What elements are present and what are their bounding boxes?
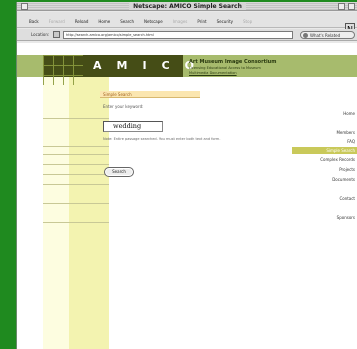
toolbar-back-button[interactable]: Back [29,19,39,24]
page-proxy-icon[interactable] [53,31,60,38]
toolbar-stop-button[interactable]: Stop [243,19,252,24]
logo-grid-pattern [43,55,83,85]
sidebar-divider [43,154,109,155]
sidebar-item-home[interactable]: Home [292,110,357,117]
page-content: AMICO Art Museum Image Consortium Licens… [17,43,357,349]
sidebar-divider [43,118,109,119]
toolbar-search-button[interactable]: Search [120,19,134,24]
toolbar-forward-button[interactable]: Forward [49,19,65,24]
title-bar[interactable]: Netscape: AMICO Simple Search [17,2,357,11]
search-note: Note: Entire passage searched. You must … [103,137,221,141]
zoom-box[interactable] [338,3,345,10]
search-prompt: Enter your keyword: [103,104,144,109]
sidebar-divider [43,146,109,147]
whats-related-button[interactable]: What's Related [300,31,355,39]
toolbar-images-button[interactable]: Images [173,19,188,24]
sidebar-divider [43,164,109,165]
banner-subtitle: Licensing Educational Access to Museum [189,66,261,70]
sidebar-divider [43,222,109,223]
location-label: Location: [31,32,50,37]
sidebar-item-sponsors[interactable]: Sponsors [292,214,357,221]
toolbar-security-button[interactable]: Security [217,19,233,24]
toolbar-home-button[interactable]: Home [98,19,110,24]
logo-letter: I [142,59,148,72]
banner-subtitle-link[interactable]: Multimedia Documentation [189,71,237,75]
amico-logo[interactable]: AMICO [93,55,195,77]
logo-letter: A [93,59,103,72]
window-title: Netscape: AMICO Simple Search [129,3,246,10]
sidebar-item-complex-records[interactable]: Complex Records [292,156,357,163]
sidebar-item-documents[interactable]: Documents [292,176,357,183]
sidebar-divider [43,203,109,204]
sidebar-divider [43,184,109,185]
search-input[interactable]: wedding [103,121,163,132]
toolbar-reload-button[interactable]: Reload [75,19,89,24]
toolbar-buttons: Back Forward Reload Home Search Netscape Image… [29,19,252,24]
url-field[interactable]: http://search.amico.org/amico/simple_sea… [63,31,293,39]
sidebar-item-simple-search[interactable]: Simple Search [292,147,357,154]
sidebar-item-faq[interactable]: FAQ [292,138,357,145]
collapse-box[interactable] [348,3,355,10]
browser-window: Netscape: AMICO Simple Search Back Forwar… [16,2,357,349]
location-bar: Location: http://search.amico.org/amico/… [17,29,357,41]
sidebar-item-members[interactable]: Members [292,129,357,136]
navigation-toolbar: Back Forward Reload Home Search Netscape Image… [17,12,357,36]
toolbar-netscape-button[interactable]: Netscape [144,19,163,24]
sidebar-divider [43,174,109,175]
sidebar-item-contact[interactable]: Contact [292,195,357,202]
sidebar-item-projects[interactable]: Projects [292,166,357,173]
toolbar-print-button[interactable]: Print [197,19,206,24]
banner-title: Art Museum Image Consortium [189,59,277,65]
related-icon [303,33,308,38]
logo-letter: C [161,59,171,72]
related-label: What's Related [310,33,341,38]
logo-letter: M [116,59,129,72]
search-section-header: Simple Search [100,91,200,98]
search-button[interactable]: Search [104,167,134,177]
